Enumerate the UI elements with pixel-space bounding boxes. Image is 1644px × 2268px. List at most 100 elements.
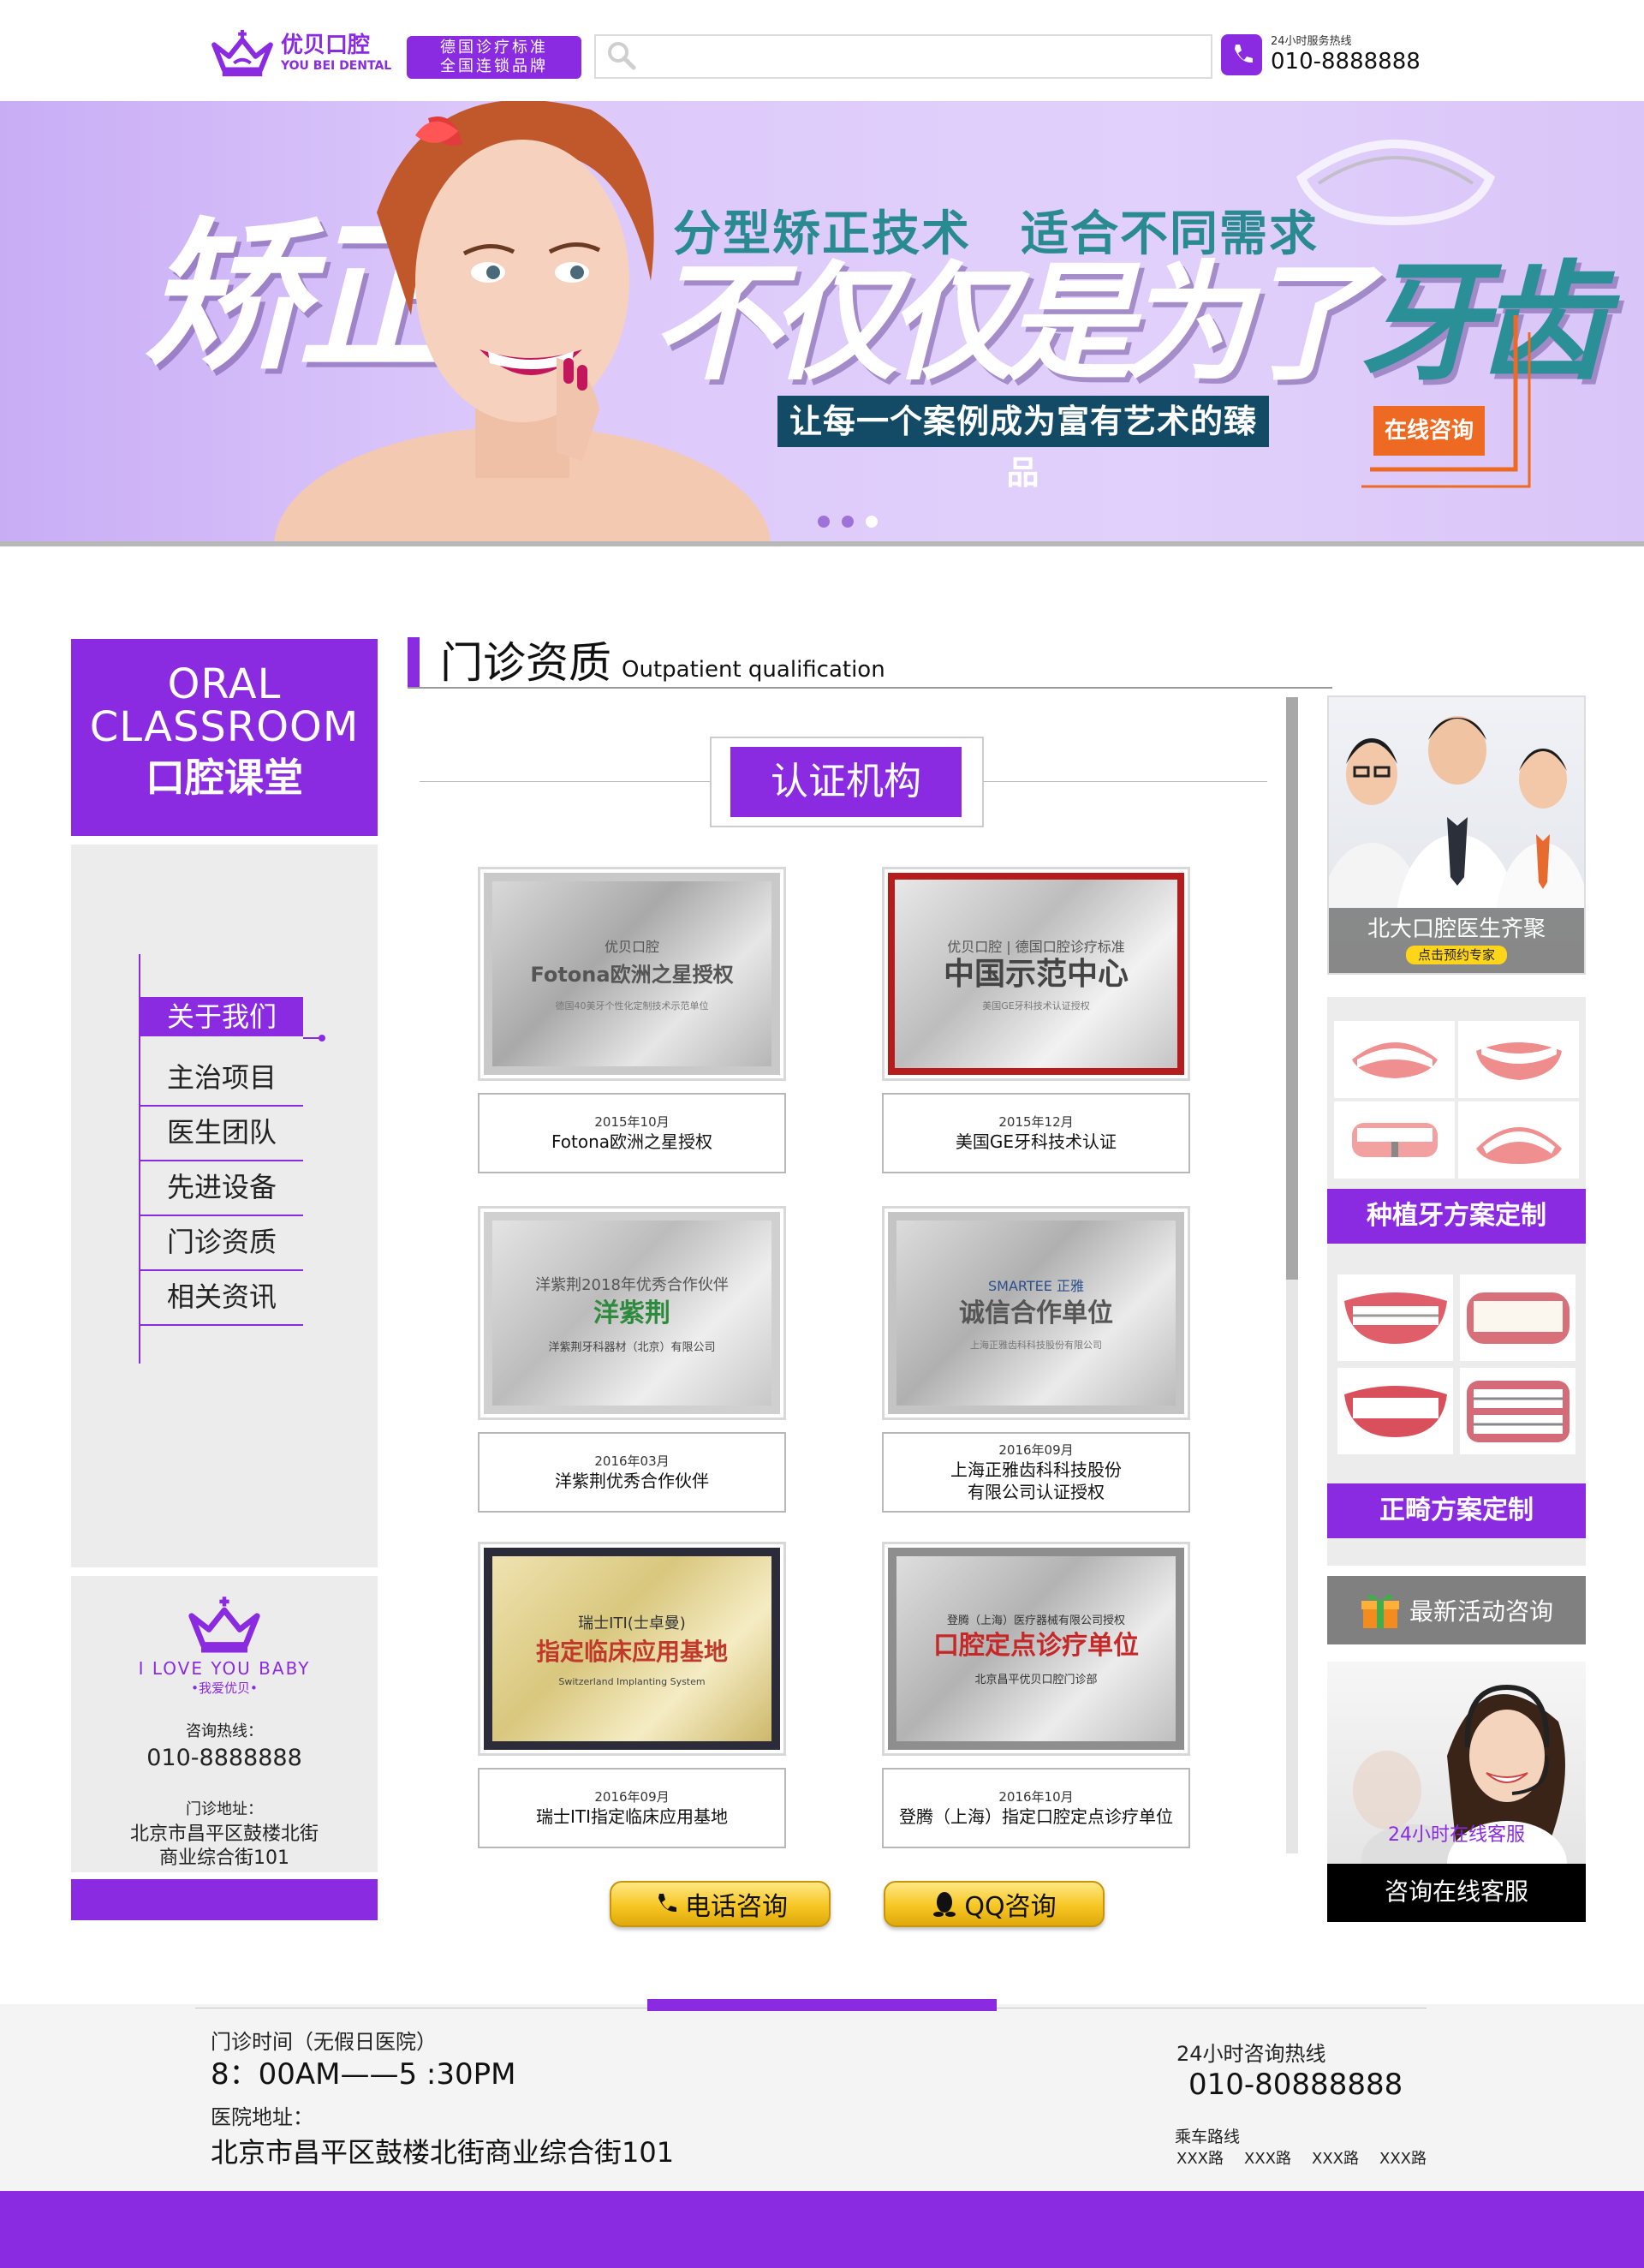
plaque-subtitle: 美国GE牙科技术认证授权 xyxy=(982,1000,1090,1012)
contact-address-label: 门诊地址： xyxy=(186,1800,263,1818)
denture-image xyxy=(1458,1021,1579,1098)
contact-address-line2: 商业综合街101 xyxy=(159,1847,289,1869)
plaque-brand: SMARTEE 正雅 xyxy=(988,1278,1084,1294)
plaque-title: 口腔定点诊疗单位 xyxy=(933,1631,1139,1661)
plaque-title: 指定临床应用基地 xyxy=(535,1637,728,1666)
cert-institution-button[interactable]: 认证机构 xyxy=(730,747,962,817)
certificate-card[interactable]: 优贝口腔 | 德国口腔诊疗标准 中国示范中心 美国GE牙科技术认证授权 2015… xyxy=(882,867,1190,1173)
braces-images xyxy=(1337,1274,1576,1454)
search-bar[interactable] xyxy=(594,34,1212,79)
hotline-text: 24小时服务热线 010-8888888 xyxy=(1271,35,1421,75)
content-scrollbar[interactable] xyxy=(1286,697,1298,1853)
sidebar-item-news[interactable]: 相关资讯 xyxy=(140,1271,303,1326)
implant-images xyxy=(1334,1021,1579,1179)
carousel-dot[interactable] xyxy=(842,516,854,528)
certificate-plaque: 优贝口腔 | 德国口腔诊疗标准 中国示范中心 美国GE牙科技术认证授权 xyxy=(888,873,1184,1075)
orthodontic-plan-button[interactable]: 正畸方案定制 xyxy=(1327,1483,1586,1538)
certificate-card[interactable]: SMARTEE 正雅 诚信合作单位 上海正雅齿科科技股份有限公司 2016年09… xyxy=(882,1206,1190,1513)
hotline[interactable]: 24小时服务热线 010-8888888 xyxy=(1221,34,1421,75)
sidebar-item-about[interactable]: 关于我们 xyxy=(140,997,303,1036)
certificate-card[interactable]: 优贝口腔 Fotona欧洲之星授权 德国40美牙个性化定制技术示范单位 2015… xyxy=(478,867,786,1173)
sidebar-item-treatments[interactable]: 主治项目 xyxy=(140,1052,303,1107)
certificate-title-line2: 有限公司认证授权 xyxy=(968,1482,1105,1502)
search-input[interactable] xyxy=(642,39,1211,74)
phone-icon xyxy=(658,1894,676,1913)
carousel-dot[interactable] xyxy=(866,516,878,528)
implant-plan-button[interactable]: 种植牙方案定制 xyxy=(1327,1189,1586,1244)
denture-image xyxy=(1334,1021,1455,1098)
plaque-title: 诚信合作单位 xyxy=(959,1298,1113,1328)
hero-banner[interactable]: 矫正 分型矫正技术 适合不同需求 不仅仅是为了牙齿 让每一个案例成为富有艺术的臻… xyxy=(0,101,1644,541)
certificate-card[interactable]: 瑞士ITI(士卓曼) 指定临床应用基地 Switzerland Implanti… xyxy=(478,1542,786,1848)
carousel-dots xyxy=(818,516,878,528)
contact-phone: 010-8888888 xyxy=(146,1745,302,1771)
plaque-subtitle: 德国40美牙个性化定制技术示范单位 xyxy=(555,1000,709,1012)
footer-hotline-label: 24小时咨询热线 xyxy=(1176,2042,1326,2066)
banner-deco-lines xyxy=(1361,315,1531,488)
doctors-promo[interactable]: 北大口腔医生齐聚 点击预约专家 xyxy=(1327,695,1586,975)
crown-logo-icon xyxy=(188,1597,260,1653)
footer-hotline: 010-80888888 xyxy=(1188,2068,1403,2102)
braces-image xyxy=(1460,1368,1576,1454)
service-24h-text: 24小时在线客服 xyxy=(1388,1824,1525,1846)
denture-image xyxy=(1334,1101,1455,1179)
plaque-subtitle: 洋紫荆牙科器材（北京）有限公司 xyxy=(548,1340,716,1354)
crown-logo-icon xyxy=(211,29,273,77)
latest-activity-button[interactable]: 最新活动咨询 xyxy=(1327,1576,1586,1644)
plaque-subtitle: 上海正雅齿科科技股份有限公司 xyxy=(970,1340,1102,1351)
online-service-promo[interactable]: 24小时在线客服 咨询在线客服 xyxy=(1327,1662,1586,1922)
certificate-date: 2016年10月 xyxy=(998,1789,1074,1805)
sidebar-item-doctors[interactable]: 医生团队 xyxy=(140,1107,303,1161)
search-icon[interactable] xyxy=(603,37,642,76)
certificate-title: 洋紫荆优秀合作伙伴 xyxy=(555,1471,709,1491)
oral-title-en-2: CLASSROOM xyxy=(89,703,360,751)
section-title-bar xyxy=(408,637,420,689)
sidebar-item-qualification[interactable]: 门诊资质 xyxy=(140,1216,303,1271)
plaque-subtitle: 北京昌平优贝口腔门诊部 xyxy=(974,1674,1098,1686)
footer-route-label: 乘车路线 xyxy=(1175,2128,1241,2146)
certificate-plaque: 瑞士ITI(士卓曼) 指定临床应用基地 Switzerland Implanti… xyxy=(484,1548,780,1750)
slogan-line-1: 德国诊疗标准 xyxy=(440,39,548,57)
slogan-en: I LOVE YOU BABY xyxy=(138,1658,311,1679)
carousel-dot[interactable] xyxy=(818,516,830,528)
certificate-title: 美国GE牙科技术认证 xyxy=(955,1131,1117,1152)
section-title-underline xyxy=(408,687,1332,689)
plaque-title: Fotona欧洲之星授权 xyxy=(530,963,734,987)
certificate-title: 瑞士ITI指定临床应用基地 xyxy=(535,1806,728,1827)
doctors-caption: 北大口腔医生齐聚 点击预约专家 xyxy=(1329,908,1584,973)
section-title-cn: 门诊资质 xyxy=(440,638,611,688)
slogan-line-2: 全国连锁品牌 xyxy=(440,57,548,75)
braces-image xyxy=(1337,1274,1453,1361)
doctors-photo xyxy=(1329,716,1584,973)
section-title: 门诊资质 Outpatient qualification xyxy=(408,634,885,689)
brand-logo[interactable]: 优贝口腔 YOU BEI DENTAL xyxy=(209,26,391,81)
certificate-photo: 优贝口腔 | 德国口腔诊疗标准 中国示范中心 美国GE牙科技术认证授权 xyxy=(882,867,1190,1081)
scrollbar-thumb[interactable] xyxy=(1286,697,1298,1280)
plaque-title: 中国示范中心 xyxy=(943,957,1129,992)
footer-address: 北京市昌平区鼓楼北街商业综合街101 xyxy=(211,2136,675,2169)
plaque-subtitle: Switzerland Implanting System xyxy=(558,1675,706,1687)
contact-address-line1: 北京市昌平区鼓楼北街 xyxy=(129,1823,319,1845)
phone-consult-button[interactable]: 电话咨询 xyxy=(610,1881,831,1927)
plaque-brand: 优贝口腔 xyxy=(604,939,659,955)
qq-consult-button[interactable]: QQ咨询 xyxy=(884,1881,1105,1927)
bus-route: XXX路 xyxy=(1379,2150,1427,2168)
nav-active-dot xyxy=(319,1035,325,1041)
certificate-card[interactable]: 洋紫荆2018年优秀合作伙伴 洋紫荆 洋紫荆牙科器材（北京）有限公司 2016年… xyxy=(478,1206,786,1513)
braces-image xyxy=(1337,1368,1453,1454)
footer-bottom-bar xyxy=(0,2191,1644,2268)
plaque-brand: 优贝口腔 | 德国口腔诊疗标准 xyxy=(947,939,1125,955)
certificate-card[interactable]: 登腾（上海）医疗器械有限公司授权 口腔定点诊疗单位 北京昌平优贝口腔门诊部 20… xyxy=(882,1542,1190,1848)
online-service-button[interactable]: 咨询在线客服 xyxy=(1327,1864,1586,1922)
brand-name-en: YOU BEI DENTAL xyxy=(281,59,392,73)
banner-consult-button[interactable]: 在线咨询 xyxy=(1373,406,1485,456)
certificate-plaque: 洋紫荆2018年优秀合作伙伴 洋紫荆 洋紫荆牙科器材（北京）有限公司 xyxy=(484,1212,780,1414)
certificate-plaque: SMARTEE 正雅 诚信合作单位 上海正雅齿科科技股份有限公司 xyxy=(888,1212,1184,1414)
book-expert-button[interactable]: 点击预约专家 xyxy=(1405,946,1507,964)
certificate-date: 2016年03月 xyxy=(594,1453,670,1469)
certificate-caption: 2016年03月 洋紫荆优秀合作伙伴 xyxy=(478,1432,786,1513)
brand-text: 优贝口腔 YOU BEI DENTAL xyxy=(281,33,391,74)
bus-route: XXX路 xyxy=(1244,2150,1291,2168)
phone-icon xyxy=(1221,34,1262,75)
sidebar-item-equipment[interactable]: 先进设备 xyxy=(140,1161,303,1216)
